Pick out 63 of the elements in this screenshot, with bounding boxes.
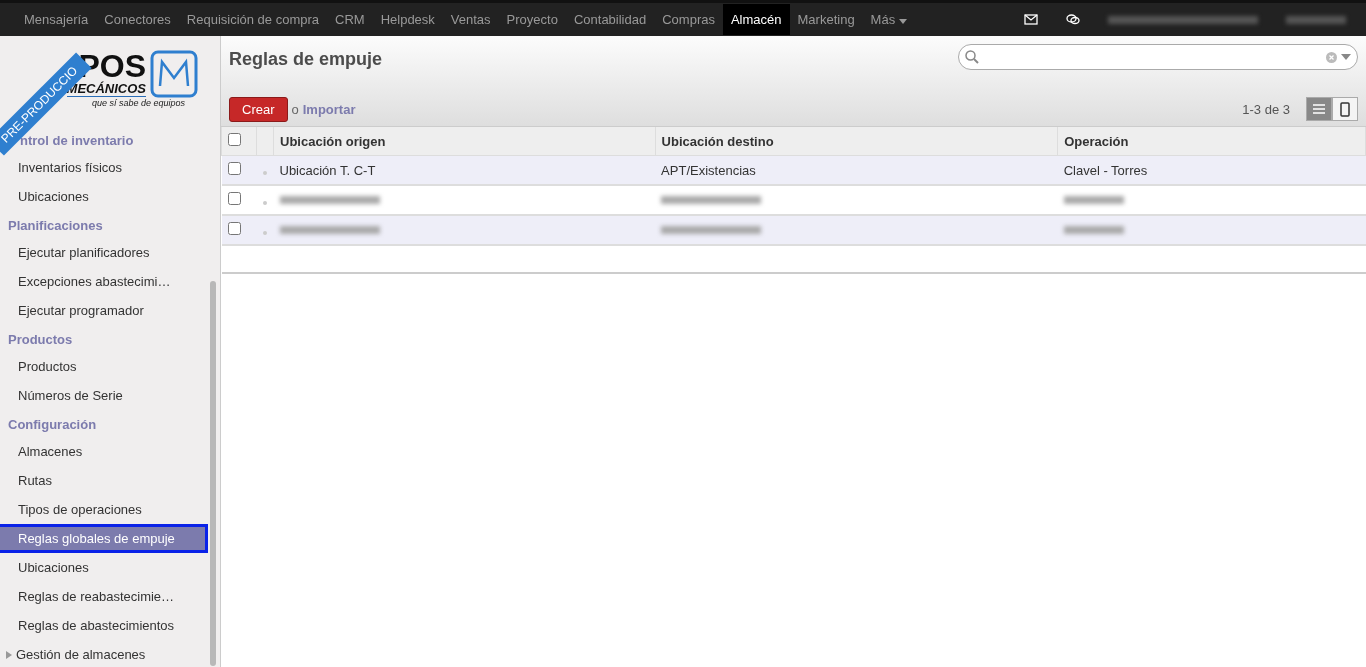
sidebar-item[interactable]: Productos <box>0 352 208 381</box>
form-icon <box>1340 101 1350 117</box>
column-header[interactable]: Ubicación origen <box>273 127 656 156</box>
page-title: Reglas de empuje <box>229 48 384 71</box>
menu-item[interactable]: Conectores <box>96 4 179 35</box>
menu-item[interactable]: Helpdesk <box>372 4 443 35</box>
chat-icon[interactable] <box>1066 14 1080 25</box>
table-cell: Ubicación T. C-T <box>273 155 656 185</box>
sidebar-item[interactable]: Reglas de reabastecimie… <box>0 582 208 611</box>
sidebar-item[interactable]: Ubicaciones <box>0 182 208 211</box>
menu-item[interactable]: Mensajería <box>16 4 97 35</box>
menu-item[interactable]: Ventas <box>442 4 499 35</box>
row-handle <box>262 200 267 205</box>
caret-icon <box>898 19 907 24</box>
sidebar-item[interactable]: Rutas <box>0 466 208 495</box>
create-button[interactable]: Crear <box>229 96 288 122</box>
section-title: Planificaciones <box>7 217 104 235</box>
table-cell: APT/Existencias <box>655 155 1058 185</box>
or-text: o <box>291 101 299 117</box>
search-icon <box>965 50 979 64</box>
sidebar-item[interactable]: Ubicaciones <box>0 553 208 582</box>
sidebar-item[interactable]: Gestión de almacenes <box>0 640 208 667</box>
logo-icon <box>150 50 198 98</box>
column-header[interactable]: Operación <box>1057 127 1366 156</box>
section-title: Configuración <box>7 416 98 434</box>
sidebar-item[interactable]: Reglas de abastecimientos <box>0 611 208 640</box>
sidebar-item[interactable]: Ejecutar planificadores <box>0 238 208 267</box>
sidebar-item[interactable]: Tipos de operaciones <box>0 495 208 524</box>
mail-icon[interactable] <box>1024 14 1038 25</box>
pager: 1-3 de 3 <box>1242 101 1290 117</box>
search-field[interactable] <box>958 44 1358 70</box>
menu-item[interactable]: Almacén <box>722 4 790 35</box>
list-icon <box>1313 104 1325 114</box>
sidebar-item[interactable]: Excepciones abastecimi… <box>0 267 208 296</box>
row-handle <box>262 170 267 175</box>
column-header[interactable]: Ubicación destino <box>655 127 1058 156</box>
section-title: Productos <box>7 331 74 349</box>
sidebar-item[interactable]: Almacenes <box>0 437 208 466</box>
table-cell: Clavel - Torres <box>1057 155 1366 185</box>
row-checkbox[interactable] <box>227 162 241 175</box>
sidebar-item[interactable]: Ejecutar programador <box>0 296 208 325</box>
more-menu[interactable]: Más <box>862 4 915 35</box>
view-switch-button[interactable] <box>1332 97 1358 121</box>
blurred-cell <box>1063 196 1124 204</box>
blurred-cell <box>1063 226 1124 234</box>
row-handle <box>262 230 267 235</box>
menu-item[interactable]: CRM <box>327 4 373 35</box>
logo-tagline: que sí sabe de equipos <box>92 98 186 108</box>
select-all-checkbox[interactable] <box>228 133 241 146</box>
sidebar-item[interactable]: Inventarios físicos <box>0 153 208 182</box>
expand-icon[interactable] <box>6 650 12 659</box>
menu-item[interactable]: Proyecto <box>498 4 566 35</box>
menu-item[interactable]: Requisición de compra <box>178 4 328 35</box>
scrollbar[interactable] <box>210 281 216 666</box>
view-switch-button[interactable] <box>1306 97 1332 121</box>
row-checkbox[interactable] <box>227 222 241 235</box>
caret-icon[interactable] <box>1341 54 1351 60</box>
row-checkbox[interactable] <box>227 192 241 205</box>
menu-item[interactable]: Marketing <box>789 4 863 35</box>
sidebar-item[interactable]: Reglas globales de empuje <box>0 524 208 553</box>
menu-item[interactable]: Compras <box>654 4 723 35</box>
sidebar-item[interactable]: Números de Serie <box>0 381 208 410</box>
menu-item[interactable]: Contabilidad <box>565 4 655 35</box>
